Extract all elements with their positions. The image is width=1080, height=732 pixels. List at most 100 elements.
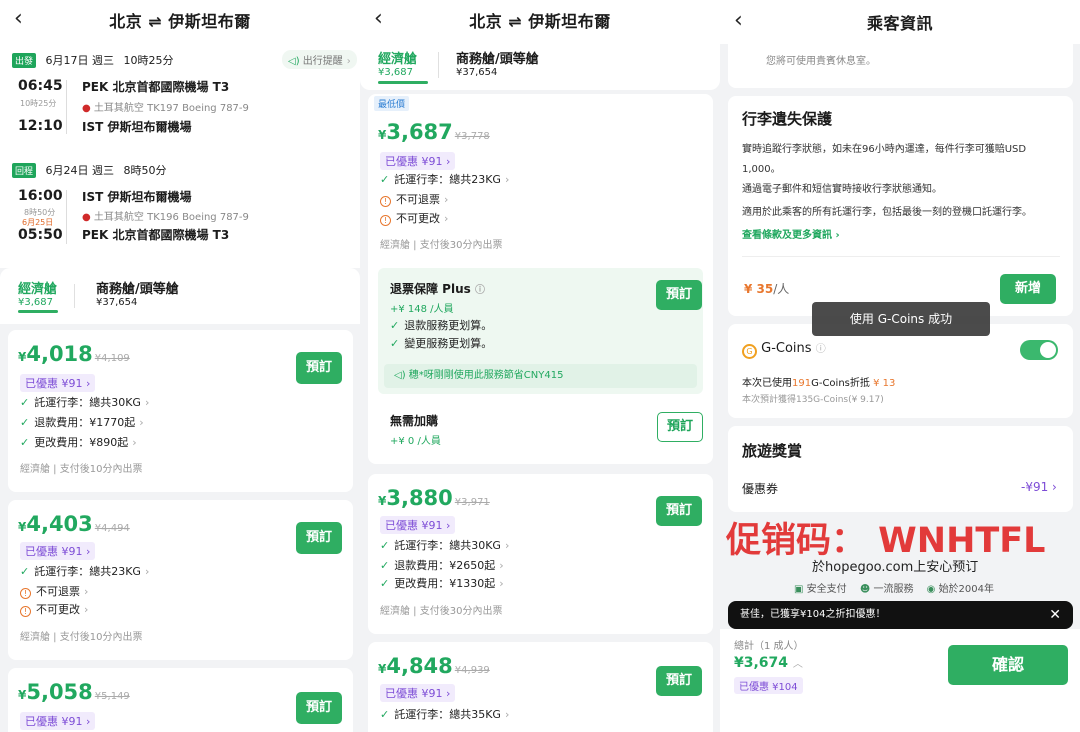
back-icon[interactable]: ‹ xyxy=(374,6,383,31)
inbound-arr-airport: PEK 北京首都國際機場 T3 xyxy=(82,228,230,242)
info-icon: ⓘ xyxy=(474,285,485,296)
back-icon[interactable]: ‹ xyxy=(734,8,743,33)
baggage-title: 行李遺失保護 xyxy=(742,110,833,128)
discount-badge[interactable]: 已優惠 ¥91 › xyxy=(20,374,96,392)
cabin-tabs: 經濟艙 ¥3,687 商務艙/頭等艙 ¥37,654 xyxy=(360,40,720,90)
baggage-desc-1: 實時追蹤行李狀態，如未在96小時內運達，每件行李可獲賠USD 1,000。 xyxy=(742,144,1027,175)
gcoin-icon: G xyxy=(742,344,757,359)
toast: 使用 G-Coins 成功 xyxy=(812,302,990,336)
refund-plus-option[interactable]: 退票保障 Plus ⓘ +¥ 148 /人員 ✓ 退款服務更划算。 ✓ 變更服務更划… xyxy=(378,268,703,394)
terms-link[interactable]: 查看條款及更多資訊 › xyxy=(742,226,840,241)
check-icon: ✓ xyxy=(380,173,390,186)
fare-card[interactable]: ¥4,848 ¥4,939 已優惠 ¥91 › ✓ 託運行李：總共35KG › 預訂 xyxy=(368,642,713,732)
fare-price: 5,058 xyxy=(26,680,93,704)
book-button[interactable]: 預訂 xyxy=(656,496,702,526)
swap-icon[interactable]: ⇌ xyxy=(508,12,522,31)
discount-notice: 甚佳，已獲享¥104之折扣優惠！ ✕ xyxy=(728,601,1073,629)
inbound-date: 6月24日 週三 xyxy=(45,164,115,177)
outbound-duration: 10時25分 xyxy=(123,54,174,67)
fare-price: 4,403 xyxy=(26,512,93,536)
checkout-bar: 總計（1 成人） ¥3,674 ︿ 已優惠 ¥104 確認 xyxy=(720,629,1080,732)
discount-badge[interactable]: 已優惠 ¥91 › xyxy=(20,712,96,730)
trust-badges: ▣ 安全支付 ☻ 一流服務 ◉ 始於2004年 xyxy=(794,584,995,595)
total-discount-badge: 已優惠 ¥104 xyxy=(734,677,803,694)
fare-card[interactable]: ¥3,880 ¥3,971 已優惠 ¥91 › ✓ 託運行李：總共30KG › ✓ 退款… xyxy=(368,474,713,634)
top-bar: ‹ 北京 ⇌ 伊斯坦布爾 xyxy=(0,0,360,40)
plus-title: 退票保障 Plus ⓘ xyxy=(390,282,485,296)
outbound-date: 6月17日 週三 xyxy=(45,54,115,67)
fare-options-screen: ‹ 北京 ⇌ 伊斯坦布爾 經濟艙 ¥3,687 商務艙/頭等艙 ¥37,654 … xyxy=(360,0,720,732)
rewards-card: 旅遊獎賞 優惠券 -¥91 › xyxy=(728,426,1073,512)
add-button[interactable]: 新增 xyxy=(1000,274,1056,304)
lounge-card: 您將可使用貴賓休息室。 xyxy=(728,44,1073,88)
book-button[interactable]: 預訂 xyxy=(296,692,342,724)
airline-logo-icon: ● xyxy=(82,212,91,223)
warning-icon: ! xyxy=(380,215,391,226)
passenger-info-screen: ‹ 乘客資訊 您將可使用貴賓休息室。 行李遺失保護 實時追蹤行李狀態，如未在96… xyxy=(720,0,1080,732)
outbound-dep-airport: PEK 北京首都國際機場 T3 xyxy=(82,80,230,94)
back-icon[interactable]: ‹ xyxy=(14,6,23,31)
fare-price: 3,880 xyxy=(386,486,453,510)
route-title: 北京 ⇌ 伊斯坦布爾 xyxy=(469,12,611,31)
outbound-dep-time: 06:45 xyxy=(18,78,63,94)
book-no-addon-button[interactable]: 預訂 xyxy=(657,412,703,442)
discount-badge[interactable]: 已優惠 ¥91 › xyxy=(380,152,456,170)
check-icon: ✓ xyxy=(20,436,30,449)
discount-badge[interactable]: 已優惠 ¥91 › xyxy=(380,684,456,702)
check-icon: ✓ xyxy=(20,416,30,429)
check-icon: ✓ xyxy=(380,539,390,552)
book-plus-button[interactable]: 預訂 xyxy=(656,280,702,310)
check-icon: ✓ xyxy=(380,559,390,572)
fare-card-expanded[interactable]: 最低價 ¥3,687 ¥3,778 已優惠 ¥91 › ✓ 託運行李：總共23KG ›… xyxy=(368,94,713,464)
gcoins-earn: 本次預計獲得135G-Coins(¥ 9.17) xyxy=(742,395,884,405)
ticketing-note: 經濟艙 | 支付後10分內出票 xyxy=(20,464,143,475)
book-button[interactable]: 預訂 xyxy=(296,522,342,554)
fare-original-price: ¥4,109 xyxy=(94,353,130,364)
outbound-arr-airport: IST 伊斯坦布爾機場 xyxy=(82,120,192,134)
baggage-desc-2: 通過電子郵件和短信實時接收行李狀態通知。 xyxy=(742,184,942,195)
gcoins-toggle[interactable] xyxy=(1020,340,1058,360)
outbound-airline: ● 土耳其航空 TK197 Boeing 787-9 xyxy=(82,103,249,114)
inbound-dep-time: 16:00 xyxy=(18,188,63,204)
book-button[interactable]: 預訂 xyxy=(656,666,702,696)
check-icon: ✓ xyxy=(390,337,400,350)
fare-price: 4,848 xyxy=(386,654,453,678)
tab-business[interactable]: 商務艙/頭等艙 ¥37,654 xyxy=(96,278,179,308)
fare-original-price: ¥4,939 xyxy=(454,665,490,676)
outbound-arr-time: 12:10 xyxy=(18,118,63,134)
coupon-value[interactable]: -¥91 › xyxy=(1021,480,1057,494)
fare-card[interactable]: ¥4,018 ¥4,109 已優惠 ¥91 › ✓ 託運行李：總共30KG › ✓ 退款… xyxy=(8,330,353,492)
route-title: 北京 ⇌ 伊斯坦布爾 xyxy=(109,12,251,31)
check-icon: ✓ xyxy=(380,708,390,721)
chevron-up-icon: ︿ xyxy=(792,659,803,670)
inbound-dep-airport: IST 伊斯坦布爾機場 xyxy=(82,190,192,204)
ticketing-note: 經濟艙 | 支付後30分內出票 xyxy=(380,606,503,617)
gcoins-card: G G-Coins ⓘ 本次已使用191G-Coins折抵 ¥ 13 本次預計獲… xyxy=(728,324,1073,418)
outbound-tag: 出發 xyxy=(12,53,37,68)
discount-badge[interactable]: 已優惠 ¥91 › xyxy=(20,542,96,560)
fare-original-price: ¥5,149 xyxy=(94,691,130,702)
globe-icon: ◉ xyxy=(926,584,936,595)
total-price[interactable]: ¥3,674 ︿ xyxy=(734,655,803,671)
book-button[interactable]: 預訂 xyxy=(296,352,342,384)
check-icon: ✓ xyxy=(20,565,30,578)
info-icon: ⓘ xyxy=(815,344,826,355)
confirm-button[interactable]: 確認 xyxy=(948,645,1068,685)
swap-icon[interactable]: ⇌ xyxy=(148,12,162,31)
travel-reminder[interactable]: ◁) 出行提醒 › xyxy=(282,50,357,69)
baggage-desc-3: 適用於此乘客的所有託運行李，包括最後一刻的登機口託運行李。 xyxy=(742,207,1032,218)
coupon-label: 優惠券 xyxy=(742,482,779,496)
check-icon: ✓ xyxy=(390,319,400,332)
close-icon[interactable]: ✕ xyxy=(1049,601,1061,629)
tab-economy[interactable]: 經濟艙 ¥3,687 xyxy=(378,48,428,84)
discount-badge[interactable]: 已優惠 ¥91 › xyxy=(380,516,456,534)
fare-card[interactable]: ¥5,058 ¥5,149 已優惠 ¥91 › 預訂 xyxy=(8,668,353,732)
inbound-airline: ● 土耳其航空 TK196 Boeing 787-9 xyxy=(82,212,249,223)
warning-icon: ! xyxy=(380,196,391,207)
page-title: 乘客資訊 xyxy=(866,14,933,33)
tab-economy[interactable]: 經濟艙 ¥3,687 xyxy=(18,278,58,313)
fare-card[interactable]: ¥4,403 ¥4,494 已優惠 ¥91 › ✓ 託運行李：總共23KG › ! 不可… xyxy=(8,500,353,660)
flight-summary: 出發 6月17日 週三 10時25分 ◁) 出行提醒 › 06:45 10時25分… xyxy=(0,40,360,268)
inbound-arr-time: 05:50 xyxy=(18,227,63,243)
tab-business[interactable]: 商務艙/頭等艙 ¥37,654 xyxy=(456,48,539,78)
